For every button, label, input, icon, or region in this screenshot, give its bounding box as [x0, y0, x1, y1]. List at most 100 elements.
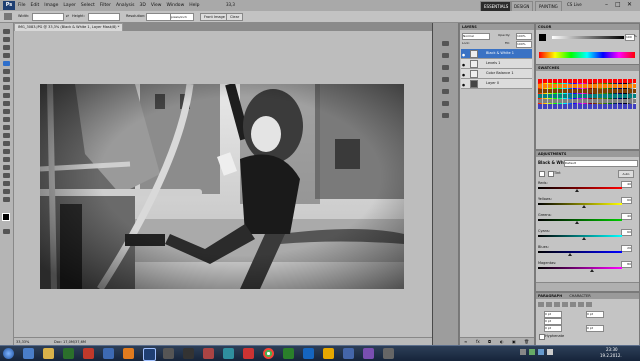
- actions-panel-icon[interactable]: [442, 53, 449, 58]
- app-icon[interactable]: [83, 348, 94, 359]
- marquee-tool-icon[interactable]: [3, 37, 10, 42]
- media-icon[interactable]: [63, 348, 74, 359]
- foreground-color-swatch[interactable]: [2, 213, 10, 221]
- lasso-tool-icon[interactable]: [3, 45, 10, 50]
- slider-value[interactable]: 60: [621, 229, 632, 236]
- app-icon[interactable]: [363, 348, 374, 359]
- layers-panel-title[interactable]: LAYERS: [460, 24, 534, 30]
- quick-select-tool-icon[interactable]: [3, 53, 10, 58]
- zoom-readout[interactable]: 33,3: [226, 2, 235, 7]
- layer-row-black-white[interactable]: ● Black & White 1: [461, 49, 532, 59]
- slider-knob-icon[interactable]: [582, 205, 587, 208]
- minimize-icon[interactable]: –: [605, 1, 608, 8]
- app-icon[interactable]: [223, 348, 234, 359]
- slider-track[interactable]: [538, 187, 622, 189]
- maximize-icon[interactable]: □: [615, 1, 621, 8]
- slider-track[interactable]: [538, 219, 622, 221]
- clone-source-panel-icon[interactable]: [442, 77, 449, 82]
- clock-time[interactable]: 23:30: [606, 347, 618, 352]
- app-icon[interactable]: [283, 348, 294, 359]
- slider-knob-icon[interactable]: [575, 221, 580, 224]
- move-tool-icon[interactable]: [3, 29, 10, 34]
- app-icon[interactable]: [243, 348, 254, 359]
- slider-track[interactable]: [538, 235, 622, 237]
- tray-icon[interactable]: [520, 349, 526, 355]
- crop-tool-icon[interactable]: [4, 13, 12, 20]
- color-panel-title[interactable]: COLOR: [536, 24, 639, 30]
- slider-knob-icon[interactable]: [589, 269, 594, 272]
- gradient-tool-icon[interactable]: [3, 117, 10, 122]
- network-icon[interactable]: [538, 349, 544, 355]
- pen-tool-icon[interactable]: [3, 141, 10, 146]
- slider-value[interactable]: 20: [621, 245, 632, 252]
- eye-icon[interactable]: ●: [462, 51, 466, 57]
- slider-track[interactable]: [538, 251, 622, 253]
- app-icon[interactable]: [323, 348, 334, 359]
- fill-input[interactable]: 100%: [516, 41, 532, 48]
- firefox-icon[interactable]: [123, 348, 134, 359]
- align-right-icon[interactable]: [554, 302, 560, 307]
- clone-stamp-tool-icon[interactable]: [3, 93, 10, 98]
- indent-right-input[interactable]: 0 pt: [586, 311, 604, 318]
- path-select-tool-icon[interactable]: [3, 157, 10, 162]
- swatch-grid[interactable]: [538, 79, 636, 109]
- shape-tool-icon[interactable]: [3, 165, 10, 170]
- info-panel-icon[interactable]: [442, 101, 449, 106]
- slider-track[interactable]: [538, 203, 622, 205]
- preset-select[interactable]: Default: [564, 160, 638, 167]
- app-icon[interactable]: [203, 348, 214, 359]
- volume-icon[interactable]: [547, 349, 553, 355]
- blend-mode-select[interactable]: Normal: [462, 33, 490, 40]
- healing-tool-icon[interactable]: [3, 77, 10, 82]
- slider-value[interactable]: 40: [621, 213, 632, 220]
- tab-paragraph[interactable]: PARAGRAPH: [538, 294, 562, 298]
- slider-knob-icon[interactable]: [567, 253, 572, 256]
- explorer-icon[interactable]: [43, 348, 54, 359]
- photoshop-taskbar-icon[interactable]: [143, 348, 156, 361]
- chrome-icon[interactable]: [263, 348, 274, 359]
- canvas-image[interactable]: [40, 84, 404, 289]
- brush-panel-icon[interactable]: [442, 65, 449, 70]
- eye-icon[interactable]: ●: [462, 71, 466, 77]
- align-left-icon[interactable]: [538, 302, 544, 307]
- menu-help[interactable]: Help: [189, 3, 199, 8]
- brush-tool-icon[interactable]: [3, 85, 10, 90]
- slider-track[interactable]: [538, 267, 622, 269]
- mask-panel-icon[interactable]: [442, 89, 449, 94]
- swatches-panel-title[interactable]: SWATCHES: [536, 65, 639, 71]
- tab-character[interactable]: CHARACTER: [569, 294, 590, 298]
- 3d-rotate-tool-icon[interactable]: [3, 173, 10, 178]
- eraser-tool-icon[interactable]: [3, 109, 10, 114]
- menu-analysis[interactable]: Analysis: [116, 3, 135, 8]
- slider-value[interactable]: 40: [621, 181, 632, 188]
- trash-icon[interactable]: 🗑: [524, 339, 529, 344]
- cs-live[interactable]: CS Live: [567, 2, 582, 7]
- slider-value[interactable]: 60: [621, 197, 632, 204]
- menu-select[interactable]: Select: [81, 3, 95, 8]
- justify-all-icon[interactable]: [586, 302, 592, 307]
- space-after-input[interactable]: 0 pt: [586, 325, 604, 332]
- app-icon[interactable]: [383, 348, 394, 359]
- menu-image[interactable]: Image: [44, 3, 58, 8]
- menu-edit[interactable]: Edit: [31, 3, 40, 8]
- opacity-input[interactable]: 100%: [516, 33, 532, 40]
- align-center-icon[interactable]: [546, 302, 552, 307]
- indent-first-line-input[interactable]: 0 pt: [544, 318, 562, 325]
- new-layer-icon[interactable]: ▣: [512, 339, 516, 344]
- foreground-color-swatch[interactable]: [539, 34, 546, 41]
- history-panel-icon[interactable]: [442, 41, 449, 46]
- justify-center-icon[interactable]: [570, 302, 576, 307]
- justify-right-icon[interactable]: [578, 302, 584, 307]
- adjustments-panel-title[interactable]: ADJUSTMENTS: [536, 151, 639, 157]
- front-image-button[interactable]: Front Image: [200, 13, 229, 21]
- menu-window[interactable]: Window: [167, 3, 185, 8]
- menu-file[interactable]: File: [18, 3, 26, 8]
- layer-row-layer-0[interactable]: ● Layer 0: [461, 79, 532, 89]
- app-icon[interactable]: [343, 348, 354, 359]
- app-icon[interactable]: [103, 348, 114, 359]
- history-brush-tool-icon[interactable]: [3, 101, 10, 106]
- eye-icon[interactable]: ●: [462, 61, 466, 67]
- resolution-input[interactable]: [146, 13, 172, 21]
- slider-knob-icon[interactable]: [575, 189, 580, 192]
- 3d-camera-tool-icon[interactable]: [3, 181, 10, 186]
